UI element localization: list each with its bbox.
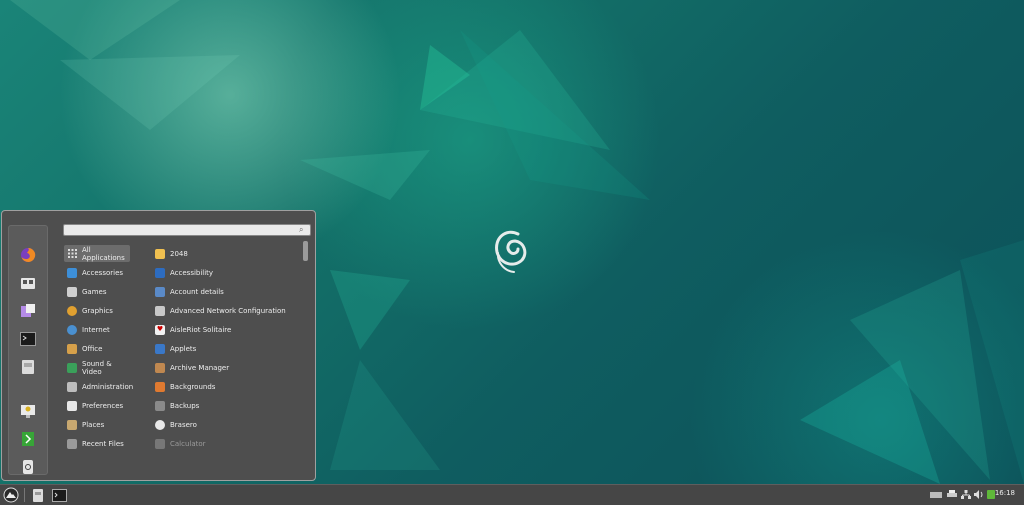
software-manager-icon[interactable] [19,274,37,292]
app-brasero[interactable]: Brasero [155,416,300,433]
internet-icon [67,324,77,335]
category-games[interactable]: Games [64,283,130,300]
category-label: Accessories [82,268,124,277]
logout-icon[interactable] [19,430,37,448]
category-places[interactable]: Places [64,416,130,433]
category-internet[interactable]: Internet [64,321,130,338]
game-2048-icon [155,248,165,259]
graphics-icon [67,305,77,316]
brasero-icon [155,419,165,430]
search-field[interactable]: ⌕ [63,224,311,236]
settings-icon[interactable] [19,302,37,320]
firefox-icon[interactable] [19,246,37,264]
preferences-icon [67,400,77,411]
files-icon[interactable] [19,358,37,376]
display-icon[interactable] [930,490,942,499]
app-accessibility[interactable]: Accessibility [155,264,300,281]
category-label: Recent Files [82,439,124,448]
app-label: Advanced Network Configuration [170,306,286,315]
app-label: 2048 [170,249,188,258]
category-sound-video[interactable]: Sound & Video [64,359,130,376]
accessories-icon [67,267,77,278]
app-backgrounds[interactable]: Backgrounds [155,378,300,395]
app-label: Applets [170,344,197,353]
grid-icon [67,249,77,259]
accessibility-icon [155,267,165,278]
app-2048[interactable]: 2048 [155,245,300,262]
category-recent-files[interactable]: Recent Files [64,435,130,452]
app-label: Calculator [170,439,206,448]
app-label: Accessibility [170,268,214,277]
menu-logo-icon [3,487,19,503]
files-launcher[interactable] [30,487,46,503]
category-label: Preferences [82,401,124,410]
app-label: AisleRiot Solitaire [170,325,232,334]
application-menu: ⌕ All Applications Accessories Games Gra… [1,210,316,481]
administration-icon [67,381,77,392]
printer-icon[interactable] [947,490,957,499]
terminal-icon[interactable] [19,330,37,348]
app-label: Archive Manager [170,363,230,372]
category-office[interactable]: Office [64,340,130,357]
apps-scrollbar[interactable] [302,241,309,475]
app-advanced-network-configuration[interactable]: Advanced Network Configuration [155,302,300,319]
sound-video-icon [67,362,77,373]
menu-button[interactable] [2,487,20,503]
panel-separator [24,488,25,502]
app-label: Backups [170,401,200,410]
category-graphics[interactable]: Graphics [64,302,130,319]
solitaire-icon: ♥ [155,324,165,335]
app-aisleriot-solitaire[interactable]: ♥ AisleRiot Solitaire [155,321,300,338]
category-label: Sound & Video [82,359,112,376]
applets-icon [155,343,165,354]
games-icon [67,286,77,297]
search-icon: ⌕ [299,225,304,234]
app-archive-manager[interactable]: Archive Manager [155,359,300,376]
network-config-icon [155,305,165,316]
network-icon[interactable] [961,490,971,499]
archive-icon [155,362,165,373]
category-label: Internet [82,325,110,334]
app-label: Brasero [170,420,197,429]
debian-logo [495,230,527,273]
search-input[interactable] [64,225,300,235]
account-icon [155,286,165,297]
calculator-icon [155,438,165,449]
app-account-details[interactable]: Account details [155,283,300,300]
backups-icon [155,400,165,411]
terminal-launcher[interactable] [51,487,67,503]
lock-screen-icon[interactable] [19,402,37,420]
backgrounds-icon [155,381,165,392]
bottom-panel: 16:18 [0,484,1024,505]
shutdown-icon[interactable] [19,458,37,476]
files-icon [33,488,43,502]
office-icon [67,343,77,354]
favorites-bar [8,225,48,475]
category-administration[interactable]: Administration [64,378,134,395]
category-label: Graphics [82,306,113,315]
category-label: Games [82,287,107,296]
terminal-icon [51,488,67,502]
app-label: Account details [170,287,224,296]
app-label: Backgrounds [170,382,216,391]
category-all-applications[interactable]: All Applications [64,245,130,262]
app-backups[interactable]: Backups [155,397,300,414]
app-applets[interactable]: Applets [155,340,300,357]
recent-files-icon [67,438,77,449]
category-accessories[interactable]: Accessories [64,264,130,281]
volume-icon[interactable] [974,490,984,499]
clock[interactable]: 16:18 [995,489,1015,497]
category-label: All Applications [82,245,125,262]
category-label: Office [82,344,103,353]
category-label: Places [82,420,105,429]
app-calculator[interactable]: Calculator [155,435,300,452]
scrollbar-thumb[interactable] [303,241,308,261]
folder-icon [67,419,77,430]
category-preferences[interactable]: Preferences [64,397,130,414]
category-label: Administration [82,382,134,391]
